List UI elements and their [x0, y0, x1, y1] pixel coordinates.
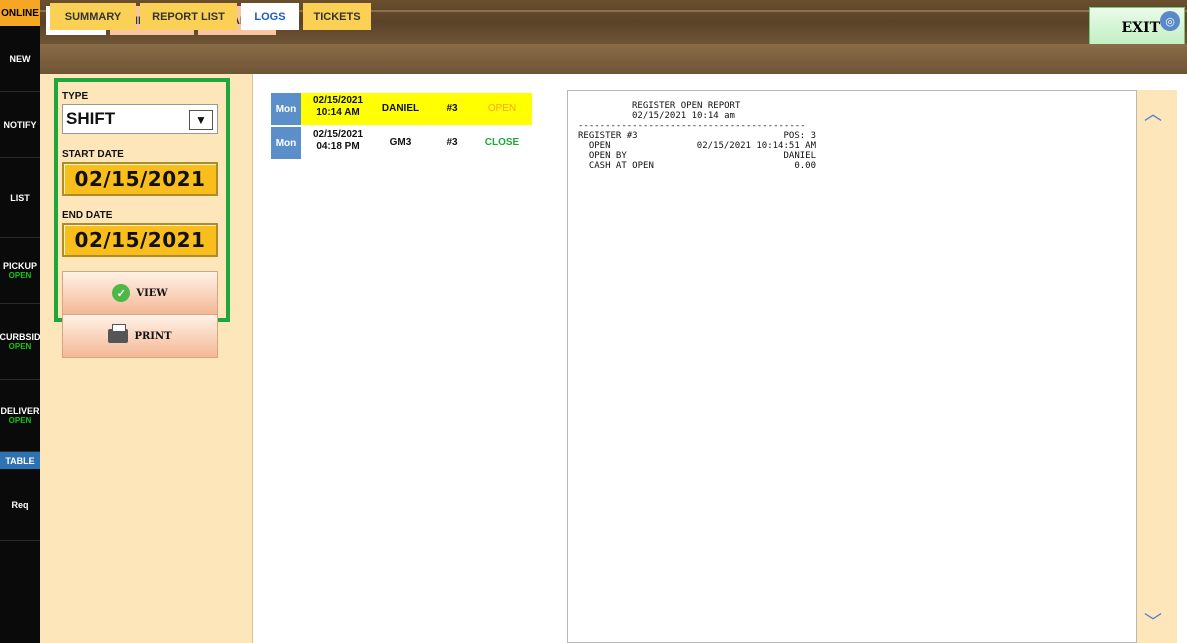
sidebar-item-status: OPEN: [8, 271, 32, 280]
sidebar-item-table[interactable]: TABLE: [0, 452, 40, 469]
sub-tab-bar: [40, 44, 1187, 74]
log-status: OPEN: [487, 103, 517, 114]
end-date-label: END DATE: [62, 210, 113, 221]
sidebar-item-label: PICKUP: [2, 261, 37, 271]
sidebar-online-badge[interactable]: ONLINE: [0, 0, 40, 26]
sidebar-item-pickup[interactable]: PICKUP OPEN: [0, 238, 40, 304]
tab-logs[interactable]: LOGS: [241, 3, 299, 30]
view-button[interactable]: ✓ VIEW: [62, 271, 218, 315]
start-date-field[interactable]: 02/15/2021: [62, 162, 218, 196]
log-date: 02/15/2021: [312, 95, 364, 106]
report-row-value: 02/15/2021 10:14:51 AM: [696, 141, 816, 151]
log-time: 10:14 AM: [316, 107, 360, 118]
report-row-label: OPEN BY: [578, 151, 627, 161]
log-status: CLOSE: [484, 137, 520, 148]
print-label: PRINT: [134, 330, 172, 342]
log-day: Mon: [271, 93, 301, 125]
sidebar-item-new[interactable]: NEW: [0, 26, 40, 92]
type-label: TYPE: [62, 91, 89, 102]
left-sidebar: ONLINE NEW NOTIFY LIST PICKUP OPEN CURBS…: [0, 0, 41, 643]
log-datetime: 02/15/2021 04:18 PM: [303, 129, 373, 153]
chevron-up-icon[interactable]: ︿: [1141, 104, 1165, 124]
report-row-value: POS: 3: [783, 131, 816, 141]
sidebar-item-label: NOTIFY: [3, 119, 37, 130]
report-divider: ----------------------------------------…: [578, 121, 806, 131]
report-title: REGISTER OPEN REPORT: [632, 101, 741, 111]
sidebar-item-status: OPEN: [8, 416, 32, 425]
table-row[interactable]: Mon 02/15/2021 10:14 AM DANIEL #3 OPEN: [271, 93, 532, 125]
report-row-label: OPEN: [578, 141, 611, 151]
exit-button[interactable]: EXIT ◎: [1089, 7, 1185, 49]
tab-report-list[interactable]: REPORT LIST: [140, 3, 237, 30]
sidebar-item-status: OPEN: [8, 342, 32, 351]
report-row-value: 0.00: [794, 161, 816, 171]
chevron-down-icon[interactable]: ﹀: [1141, 612, 1165, 632]
log-day: Mon: [271, 127, 301, 159]
type-select[interactable]: SHIFT ▼: [62, 104, 218, 134]
scrollbar[interactable]: [1137, 90, 1177, 643]
log-user: DANIEL: [381, 103, 420, 114]
sidebar-item-label: NEW: [9, 53, 31, 64]
report-row-label: CASH AT OPEN: [578, 161, 654, 171]
report-subtitle: 02/15/2021 10:14 am: [632, 111, 735, 121]
log-time: 04:18 PM: [316, 141, 360, 152]
exit-label: EXIT: [1121, 20, 1161, 36]
sidebar-item-label: Req: [11, 499, 29, 510]
report-preview: REGISTER OPEN REPORT 02/15/2021 10:14 am…: [567, 90, 1137, 643]
sidebar-item-delivery[interactable]: DELIVER OPEN: [0, 380, 40, 452]
report-row-value: DANIEL: [783, 151, 816, 161]
print-button[interactable]: PRINT: [62, 314, 218, 358]
type-value: SHIFT: [66, 109, 116, 128]
tab-summary[interactable]: SUMMARY: [50, 3, 136, 30]
sidebar-item-label: DELIVER: [0, 406, 40, 416]
start-date-label: START DATE: [62, 149, 124, 160]
view-label: VIEW: [136, 287, 168, 299]
sidebar-item-curbside[interactable]: CURBSID OPEN: [0, 304, 41, 380]
printer-icon: [108, 324, 129, 343]
tab-tickets[interactable]: TICKETS: [303, 3, 371, 30]
log-register: #3: [446, 137, 458, 148]
sidebar-item-notify[interactable]: NOTIFY: [0, 92, 40, 158]
log-register: #3: [446, 103, 458, 114]
sidebar-item-label: LIST: [10, 192, 30, 203]
sidebar-item-list[interactable]: LIST: [0, 158, 40, 238]
report-row-label: REGISTER #3: [578, 131, 638, 141]
log-datetime: 02/15/2021 10:14 AM: [303, 95, 373, 119]
focus-icon[interactable]: ◎: [1160, 11, 1180, 31]
chevron-down-icon[interactable]: ▼: [189, 110, 213, 130]
sidebar-item-req[interactable]: Req: [0, 469, 40, 541]
end-date-field[interactable]: 02/15/2021: [62, 223, 218, 257]
sidebar-item-label: CURBSID: [0, 332, 41, 342]
table-row[interactable]: Mon 02/15/2021 04:18 PM GM3 #3 CLOSE: [271, 127, 532, 159]
log-user: GM3: [389, 137, 412, 148]
check-icon: ✓: [112, 284, 131, 302]
log-date: 02/15/2021: [312, 129, 364, 140]
report-text: REGISTER OPEN REPORT 02/15/2021 10:14 am…: [578, 101, 816, 171]
